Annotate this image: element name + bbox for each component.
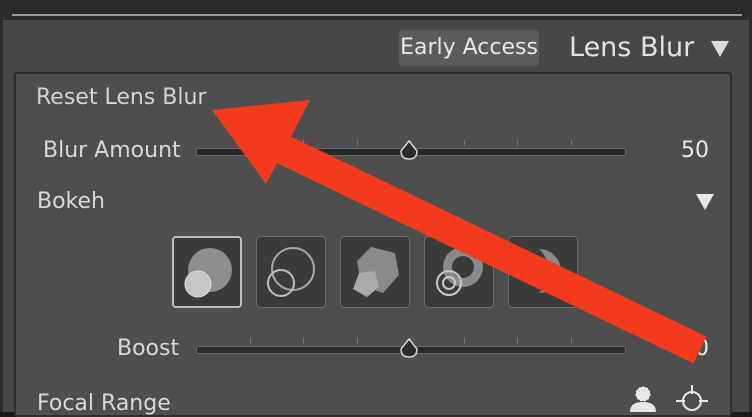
top-panel-edge — [0, 0, 752, 20]
bokeh-shape-cateye-button[interactable] — [508, 236, 578, 308]
bokeh-shape-bubble-button[interactable] — [256, 236, 326, 308]
boost-thumb[interactable] — [399, 338, 419, 358]
boost-label: Boost — [117, 336, 180, 361]
slider-tick — [356, 140, 358, 146]
bokeh-label: Bokeh — [37, 189, 105, 214]
panel-divider — [12, 14, 742, 16]
focal-range-label: Focal Range — [37, 391, 171, 416]
blur-amount-thumb[interactable] — [399, 140, 419, 160]
collapse-triangle-icon[interactable] — [711, 41, 729, 57]
slider-tick — [303, 338, 304, 344]
boost-value[interactable]: 50 — [659, 336, 709, 361]
person-select-icon[interactable] — [628, 385, 658, 412]
bokeh-bubble-icon — [267, 247, 315, 297]
bokeh-expand-icon[interactable] — [696, 194, 714, 210]
target-picker-icon[interactable] — [676, 385, 708, 412]
slider-tick — [570, 140, 572, 146]
bokeh-circle-icon — [184, 248, 232, 298]
slider-tick — [303, 140, 304, 146]
blur-amount-value[interactable]: 50 — [659, 138, 709, 163]
slider-tick — [249, 338, 251, 344]
section-title[interactable]: Lens Blur — [569, 28, 694, 68]
panel-header: Early Access Lens Blur — [3, 20, 749, 72]
bokeh-ring-icon — [436, 247, 483, 296]
slider-tick — [356, 338, 358, 344]
slider-tick — [463, 140, 465, 146]
blur-amount-label: Blur Amount — [43, 138, 181, 163]
bokeh-shape-blade-button[interactable] — [340, 236, 410, 308]
slider-tick — [249, 140, 251, 146]
bokeh-cateye-icon — [539, 249, 561, 293]
slider-tick — [517, 140, 518, 146]
slider-tick — [517, 338, 518, 344]
early-access-badge: Early Access — [399, 30, 539, 66]
reset-lens-blur-link[interactable]: Reset Lens Blur — [36, 85, 206, 110]
bokeh-shape-ring-button[interactable] — [424, 236, 494, 308]
slider-tick — [570, 338, 572, 344]
bokeh-blade-icon — [353, 247, 399, 297]
bokeh-shape-circle-button[interactable] — [172, 236, 242, 308]
slider-tick — [463, 338, 465, 344]
